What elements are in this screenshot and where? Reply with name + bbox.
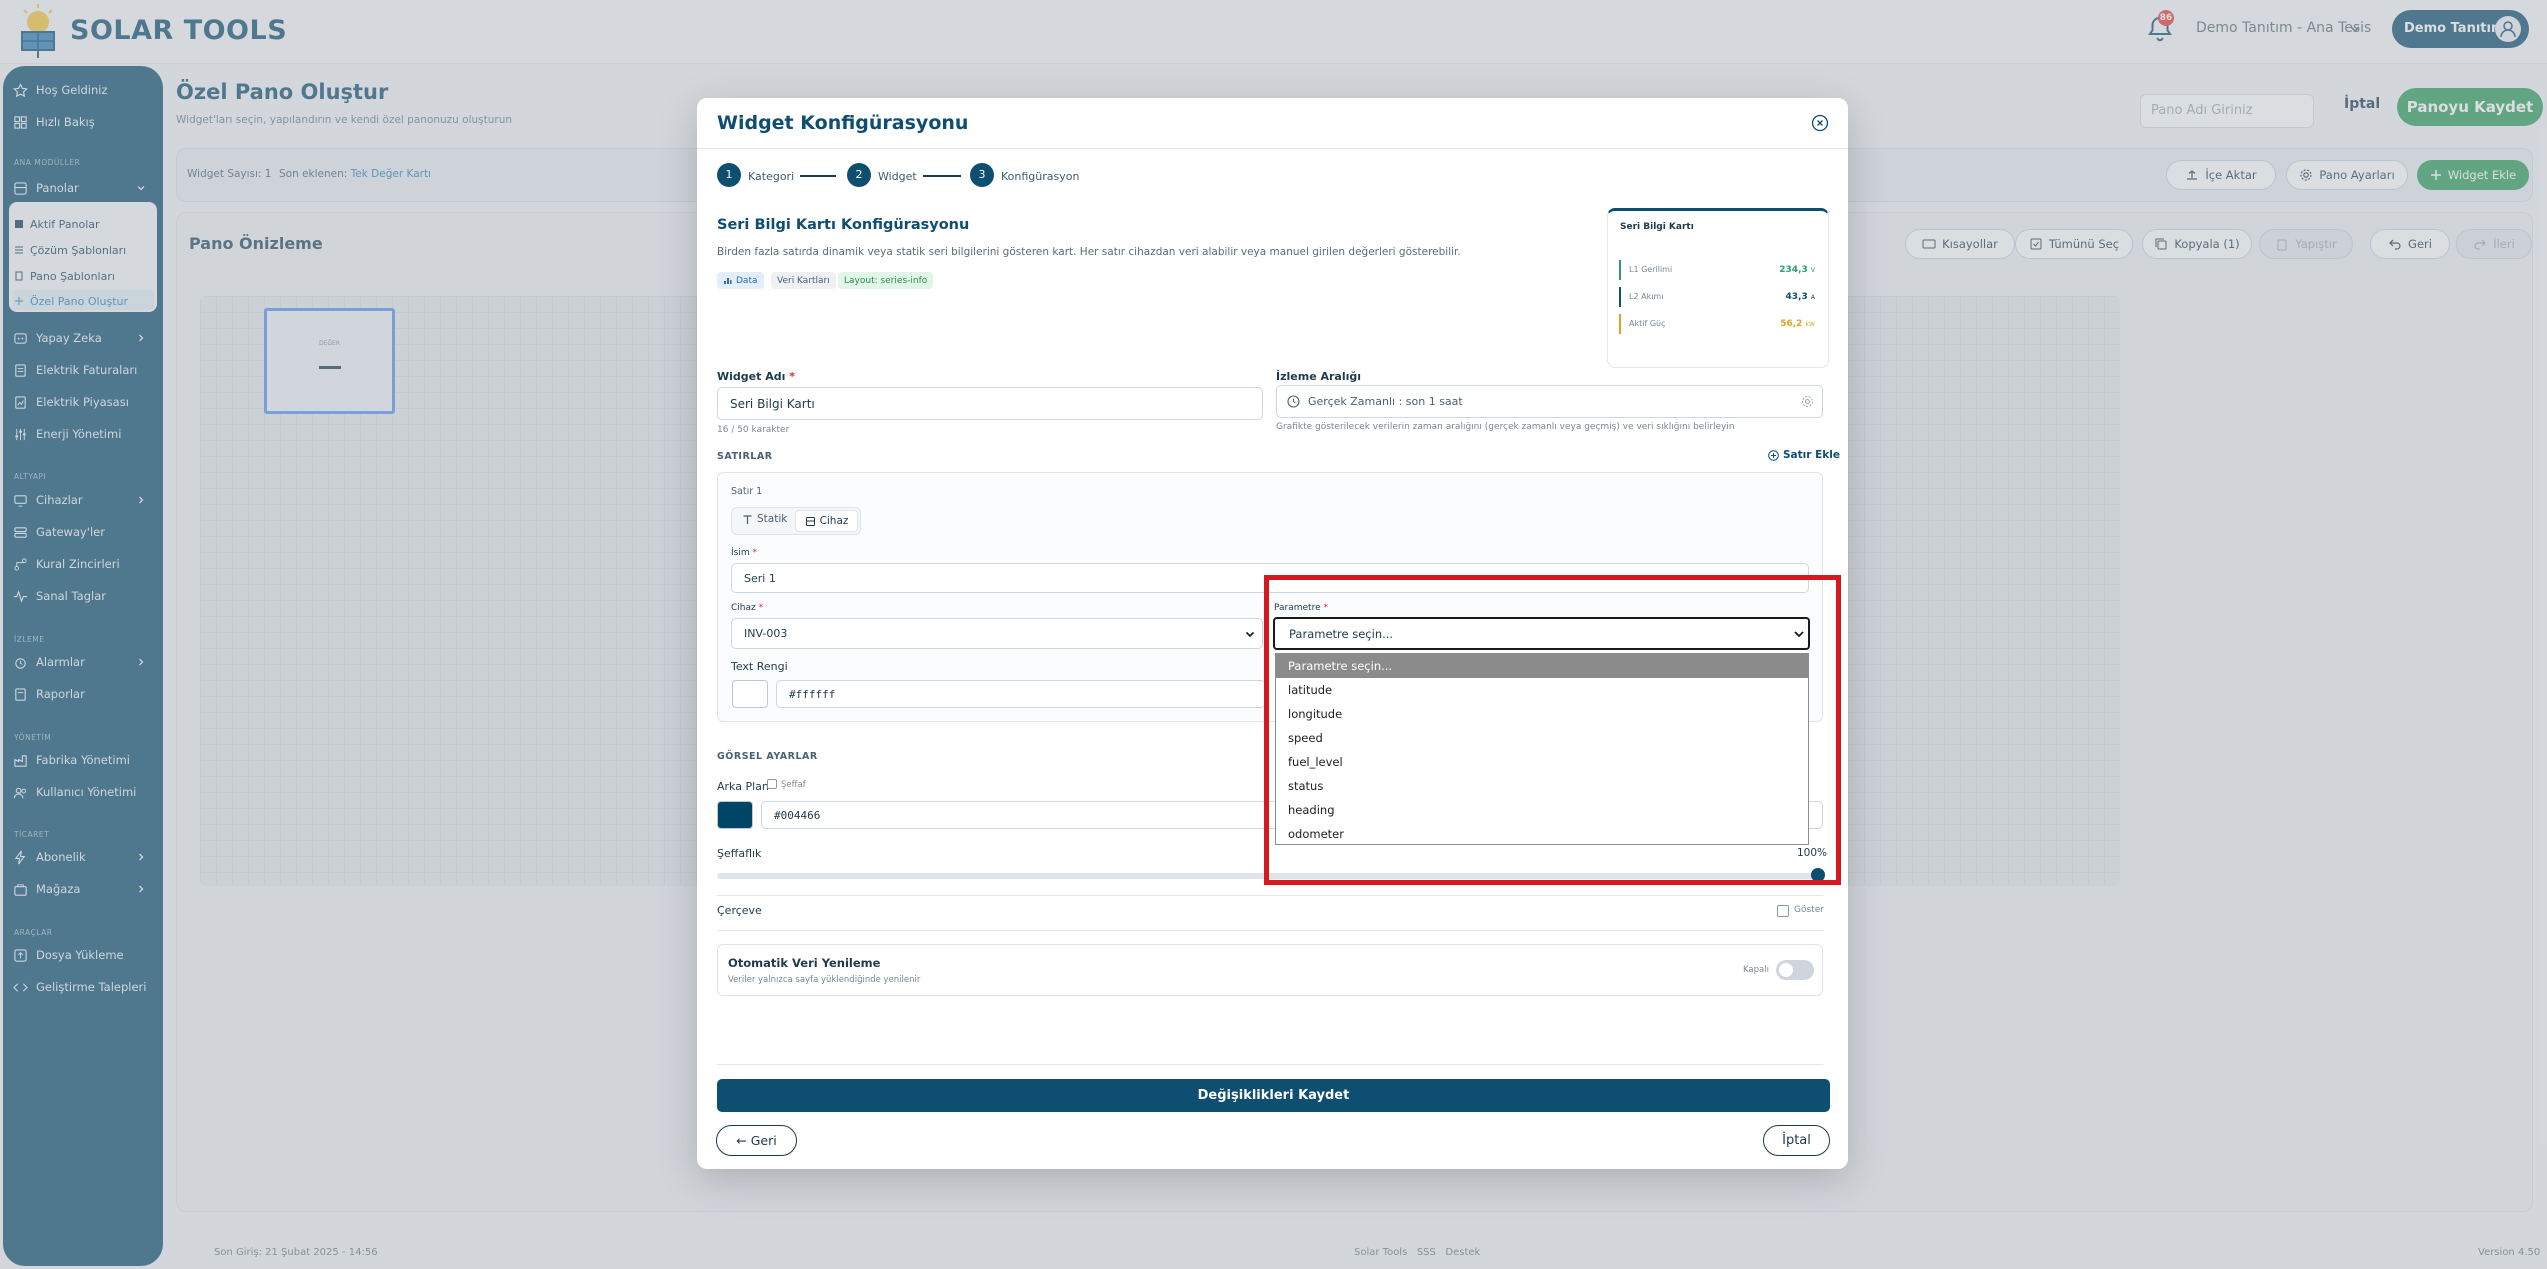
interval-value: Gerçek Zamanlı : son 1 saat xyxy=(1308,395,1463,408)
text-icon xyxy=(743,514,752,524)
show-frame-label: Göster xyxy=(1794,905,1824,915)
toggle-knob[interactable] xyxy=(1779,963,1793,977)
preview-row-value: 43,3 A xyxy=(1786,287,1815,308)
section-title: Seri Bilgi Kartı Konfigürasyonu xyxy=(717,217,970,233)
auto-refresh-state: Kapalı xyxy=(1743,965,1769,975)
preview-row: Aktif Güç 56,2 kW xyxy=(1619,314,1819,334)
divider xyxy=(717,1064,1823,1065)
back-button[interactable]: ← Geri xyxy=(716,1125,797,1156)
preview-row: L2 Akımı 43,3 A xyxy=(1619,287,1819,307)
tag-layout: Layout: series-info xyxy=(838,272,934,289)
interval-hint: Grafikte gösterilecek verilerin zaman ar… xyxy=(1276,422,1735,432)
background-color-swatch[interactable] xyxy=(717,801,753,829)
preview-row-value: 56,2 kW xyxy=(1780,314,1815,335)
add-row-button[interactable]: Satır Ekle xyxy=(1768,449,1840,461)
text-color-swatch[interactable] xyxy=(732,680,768,708)
label-text: İsim xyxy=(731,548,750,558)
divider xyxy=(697,148,1848,149)
widget-name-label: Widget Adı * xyxy=(717,370,795,383)
mode-label: Statik xyxy=(757,513,788,525)
opacity-label: Şeffaflık xyxy=(717,847,762,860)
transparent-label: Şeffaf xyxy=(781,780,806,790)
add-row-label: Satır Ekle xyxy=(1783,449,1840,461)
annotation-highlight xyxy=(1264,575,1841,885)
text-color-input[interactable]: #ffffff xyxy=(776,680,1266,708)
label-text: Widget Adı xyxy=(717,370,786,383)
chart-icon xyxy=(724,278,732,284)
label-text: Cihaz xyxy=(731,603,756,613)
tag-label: Data xyxy=(736,275,758,286)
auto-refresh-card xyxy=(717,944,1823,996)
save-changes-button[interactable]: Değişiklikleri Kaydet xyxy=(717,1079,1830,1112)
gear-icon[interactable] xyxy=(1801,395,1814,408)
widget-name-input[interactable]: Seri Bilgi Kartı xyxy=(717,387,1263,420)
transparent-checkbox[interactable] xyxy=(767,779,777,789)
plus-circle-icon xyxy=(1768,449,1779,461)
tag-data-cards: Veri Kartları xyxy=(771,272,836,289)
text-color-label: Text Rengi xyxy=(731,660,788,673)
mode-label: Cihaz xyxy=(819,515,849,527)
frame-label: Çerçeve xyxy=(717,904,762,917)
auto-refresh-title: Otomatik Veri Yenileme xyxy=(728,956,881,970)
device-value: INV-003 xyxy=(744,627,788,640)
preview-row-label: L2 Akımı xyxy=(1629,292,1664,301)
show-frame-checkbox[interactable] xyxy=(1777,905,1789,917)
clock-icon xyxy=(1287,395,1300,408)
value-text: 234,3 xyxy=(1779,265,1808,275)
device-label: Cihaz * xyxy=(731,603,764,613)
preview-row-value: 234,3 V xyxy=(1779,260,1815,281)
step-1-dot[interactable]: 1 xyxy=(717,163,741,187)
rows-section-label: SATIRLAR xyxy=(717,451,773,462)
unit-text: A xyxy=(1810,294,1815,301)
modal-title: Widget Konfigürasyonu xyxy=(717,112,969,134)
unit-text: kW xyxy=(1805,321,1815,328)
device-select[interactable]: INV-003 xyxy=(731,618,1263,649)
preview-card-title: Seri Bilgi Kartı xyxy=(1620,222,1694,232)
tag-data: Data xyxy=(717,272,764,289)
row-title: Satır 1 xyxy=(731,486,763,497)
widget-name-counter: 16 / 50 karakter xyxy=(717,425,790,435)
mode-static-tab[interactable]: Statik xyxy=(742,513,787,525)
name-label: İsim * xyxy=(731,548,757,558)
step-connector xyxy=(800,175,836,177)
auto-refresh-description: Veriler yalnızca sayfa yüklendiğinde yen… xyxy=(728,975,921,985)
background-label: Arka Plan xyxy=(717,780,769,793)
preview-row-label: Aktif Güç xyxy=(1629,319,1666,328)
step-2-label: Widget xyxy=(878,170,917,183)
interval-label: İzleme Aralığı xyxy=(1276,370,1362,383)
step-2-dot[interactable]: 2 xyxy=(847,163,871,187)
chevron-down-icon xyxy=(1245,631,1255,637)
preview-row-label: L1 Gerilimi xyxy=(1629,265,1673,274)
preview-row: L1 Gerilimi 234,3 V xyxy=(1619,260,1819,280)
device-icon xyxy=(805,516,815,526)
mode-device-tab[interactable]: Cihaz xyxy=(795,510,858,532)
step-3-dot[interactable]: 3 xyxy=(970,163,994,187)
value-text: 56,2 xyxy=(1780,319,1803,329)
divider xyxy=(717,930,1823,931)
close-icon[interactable] xyxy=(1811,114,1829,132)
interval-selector[interactable]: Gerçek Zamanlı : son 1 saat xyxy=(1276,385,1823,418)
cancel-button[interactable]: İptal xyxy=(1763,1125,1830,1156)
step-3-label: Konfigürasyon xyxy=(1001,170,1080,183)
visual-settings-label: GÖRSEL AYARLAR xyxy=(717,751,818,762)
section-description: Birden fazla satırda dinamik veya statik… xyxy=(717,246,1461,258)
value-text: 43,3 xyxy=(1785,292,1808,302)
divider xyxy=(717,895,1823,896)
step-1-label: Kategori xyxy=(748,170,795,183)
unit-text: V xyxy=(1810,267,1815,274)
step-connector xyxy=(923,175,961,177)
